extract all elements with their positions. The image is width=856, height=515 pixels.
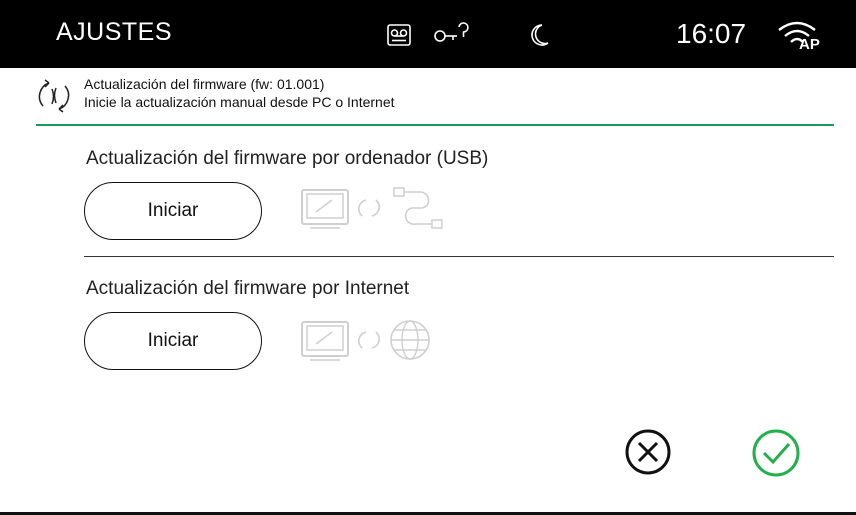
refresh-arrows-icon [38,79,70,113]
usb-section-title: Actualización del firmware por ordenador… [86,148,489,169]
clock: 16:07 [676,18,747,49]
cancel-button[interactable] [624,428,672,476]
voicemail-icon[interactable] [387,24,411,46]
section-divider [84,256,834,257]
firmware-instructions-text: Inicie la actualización manual desde PC … [84,94,395,110]
pc-internet-update-icon [301,320,430,361]
wifi-ap-label: AP [799,36,820,52]
firmware-version-text: Actualización del firmware (fw: 01.001) [84,76,325,92]
moon-icon[interactable] [530,23,550,47]
firmware-info: Actualización del firmware (fw: 01.001) … [32,72,834,124]
status-bar: AJUSTES 16:07 AP [0,0,856,68]
start-usb-update-button[interactable]: Iniciar [84,182,262,240]
wifi-ap-icon[interactable]: AP [775,18,823,52]
confirm-button[interactable] [751,428,801,478]
start-internet-update-button[interactable]: Iniciar [84,312,262,370]
page-title: AJUSTES [56,18,173,46]
pc-usb-update-icon [301,187,443,229]
internet-section-title: Actualización del firmware por Internet [86,278,410,299]
key-icon[interactable] [433,22,469,48]
header-divider [36,124,834,126]
